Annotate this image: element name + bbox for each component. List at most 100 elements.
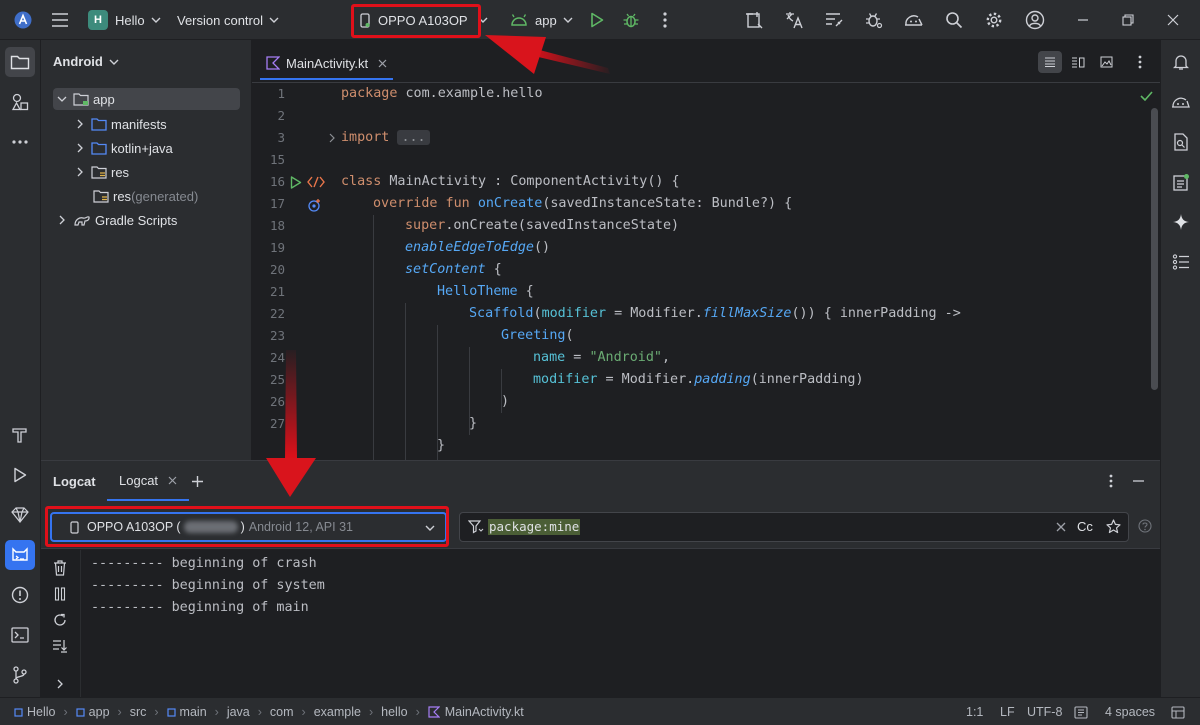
translate-button[interactable] [779, 0, 809, 40]
project-view-selector[interactable]: Android [53, 54, 119, 69]
close-tab-icon[interactable] [168, 476, 177, 485]
settings-button[interactable] [979, 0, 1009, 40]
breadcrumb-item[interactable]: src [130, 705, 147, 719]
logcat-device-dropdown[interactable]: OPPO A103OP ( ) Android 12, API 31 [50, 512, 447, 542]
device-serial-redacted [183, 521, 238, 533]
checkmark-icon[interactable] [1140, 91, 1153, 101]
hide-panel-button[interactable] [1132, 461, 1145, 501]
help-icon[interactable] [1138, 519, 1152, 533]
run-config-selector[interactable]: app [510, 0, 573, 40]
compose-preview-icon[interactable] [307, 176, 325, 188]
run-button[interactable] [582, 0, 612, 40]
run-tool-button[interactable] [5, 460, 35, 490]
tree-item-gradle-scripts[interactable]: Gradle Scripts [55, 209, 177, 231]
cursor-position[interactable]: 1:1 [966, 698, 983, 725]
logcat-tool-button[interactable] [5, 540, 35, 570]
project-selector[interactable]: H Hello [88, 0, 161, 40]
match-case-toggle[interactable]: Cc [1077, 519, 1093, 534]
resource-manager-button[interactable] [5, 87, 35, 117]
running-devices-button[interactable] [1166, 87, 1196, 117]
code-view-button[interactable] [1038, 51, 1062, 73]
chevron-right-icon: › [117, 705, 122, 719]
chevron-right-icon [73, 119, 87, 129]
version-control-menu[interactable]: Version control [177, 0, 279, 40]
restore-button[interactable] [1113, 0, 1143, 40]
editor-more-button[interactable] [1128, 51, 1152, 73]
readonly-toggle[interactable] [1074, 698, 1088, 725]
clear-filter-icon[interactable] [1056, 522, 1066, 532]
build-tool-button[interactable] [5, 420, 35, 450]
kotlin-file-icon [428, 706, 440, 718]
sdk-manager-button[interactable] [739, 0, 769, 40]
split-view-button[interactable] [1066, 51, 1090, 73]
layout-inspector-button[interactable] [819, 0, 849, 40]
layers-icon [1171, 705, 1185, 719]
device-manager-button[interactable] [899, 0, 929, 40]
tree-item-kotlin-java[interactable]: kotlin+java [73, 137, 173, 159]
logcat-options-button[interactable] [1109, 461, 1113, 501]
run-gutter-icon[interactable] [290, 176, 302, 189]
breadcrumb-item[interactable]: Hello [27, 705, 56, 719]
line-separator[interactable]: LF [1000, 698, 1015, 725]
breadcrumb-item[interactable]: example [314, 705, 361, 719]
tree-item-app[interactable]: app [53, 88, 240, 110]
device-explorer-button[interactable] [1166, 127, 1196, 157]
list-edit-icon [819, 5, 849, 35]
tab-mainactivity[interactable]: MainActivity.kt [260, 48, 394, 80]
breadcrumb-item[interactable]: java [227, 705, 250, 719]
problems-tool-button[interactable] [5, 580, 35, 610]
pause-logcat-button[interactable] [47, 582, 73, 606]
code-area[interactable]: package com.example.hello import ... cla… [341, 83, 1141, 460]
clear-logcat-button[interactable] [47, 556, 73, 580]
breadcrumb-item[interactable]: MainActivity.kt [445, 705, 524, 719]
structure-button[interactable] [1166, 247, 1196, 277]
folded-imports[interactable]: ... [397, 130, 430, 145]
gemini-tool-button[interactable] [5, 500, 35, 530]
account-button[interactable] [1020, 0, 1050, 40]
app-inspection-button[interactable] [859, 0, 889, 40]
star-icon[interactable] [1106, 519, 1121, 534]
expand-toolbar-button[interactable] [47, 672, 73, 696]
filter-icon[interactable] [468, 520, 484, 534]
more-tool-windows-button[interactable] [5, 127, 35, 157]
app-logo[interactable] [8, 0, 38, 40]
debug-button[interactable] [616, 0, 646, 40]
split-view-icon [1071, 57, 1085, 68]
device-manager-side-button[interactable] [1166, 167, 1196, 197]
close-window-button[interactable] [1158, 0, 1188, 40]
breadcrumb-item[interactable]: com [270, 705, 294, 719]
indent-setting[interactable]: 4 spaces [1105, 698, 1155, 725]
scroll-to-end-button[interactable] [47, 634, 73, 658]
editor-scrollbar[interactable] [1151, 108, 1158, 390]
breadcrumb-item[interactable]: hello [381, 705, 407, 719]
new-logcat-tab-button[interactable] [191, 461, 204, 501]
tree-item-res[interactable]: res [73, 161, 129, 183]
fold-chevron-icon[interactable] [329, 133, 335, 143]
terminal-tool-button[interactable] [5, 620, 35, 650]
restart-logcat-button[interactable] [47, 608, 73, 632]
override-method-icon[interactable] [308, 198, 322, 212]
breadcrumb-item[interactable]: main [180, 705, 207, 719]
search-button[interactable] [939, 0, 969, 40]
logcat-output[interactable]: --------- beginning of crash --------- b… [91, 553, 325, 619]
tree-item-res-generated[interactable]: res (generated) [91, 185, 198, 207]
minimize-button[interactable] [1068, 0, 1098, 40]
gemini-side-button[interactable] [1166, 207, 1196, 237]
tab-logcat[interactable]: Logcat [107, 461, 190, 501]
design-view-button[interactable] [1094, 51, 1118, 73]
notifications-button[interactable] [1166, 47, 1196, 77]
close-tab-icon[interactable] [378, 59, 387, 68]
device-selector[interactable]: OPPO A103OP [360, 0, 488, 40]
more-actions-button[interactable] [650, 0, 680, 40]
tree-item-manifests[interactable]: manifests [73, 113, 167, 135]
file-encoding[interactable]: UTF-8 [1027, 698, 1062, 725]
tree-item-suffix: (generated) [131, 188, 199, 204]
project-tool-button[interactable] [5, 47, 35, 77]
project-name: Hello [115, 12, 145, 28]
logcat-filter-input[interactable]: package:mine Cc [459, 512, 1129, 542]
git-tool-button[interactable] [5, 660, 35, 690]
main-menu-button[interactable] [45, 0, 75, 40]
minimize-icon [1068, 5, 1098, 35]
vcs-status[interactable] [1171, 698, 1185, 725]
breadcrumb-item[interactable]: app [89, 705, 110, 719]
